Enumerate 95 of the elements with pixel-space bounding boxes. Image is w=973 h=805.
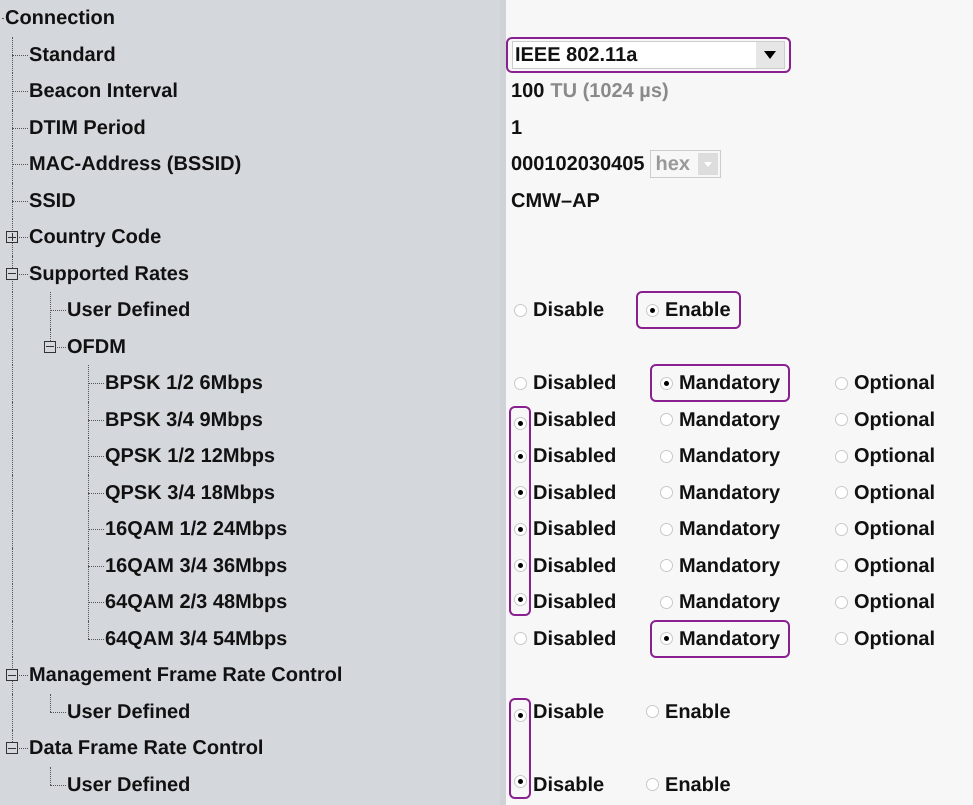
radio-button[interactable]	[514, 522, 526, 536]
tree-item[interactable]: User Defined	[67, 770, 190, 800]
option-label: Disable	[533, 298, 604, 324]
radio-button[interactable]	[660, 596, 673, 609]
tree-item[interactable]: DTIM Period	[29, 112, 146, 143]
radio-button[interactable]	[646, 778, 659, 792]
standard-select[interactable]: IEEE 802.11a	[506, 36, 791, 73]
tree-item[interactable]: Country Code	[29, 222, 162, 252]
tree-item[interactable]: Standard	[29, 40, 116, 70]
option-label: Optional	[854, 626, 936, 652]
expand-icon[interactable]	[6, 231, 18, 244]
option-label: Mandatory	[679, 444, 780, 470]
dropdown-arrow-icon	[704, 162, 712, 167]
radio-button[interactable]	[514, 592, 526, 606]
radio-button[interactable]	[514, 775, 526, 788]
tree-item[interactable]: Supported Rates	[29, 258, 190, 289]
radio-button[interactable]	[646, 304, 659, 317]
tree-item[interactable]: 64QAM 2/3 48Mbps	[105, 587, 288, 618]
option-label: Mandatory	[679, 626, 780, 652]
unit-text: TU (1024 µs)	[550, 79, 669, 104]
option-label: Disabled	[533, 517, 616, 542]
option-label: Mandatory	[679, 554, 780, 579]
tree-item[interactable]: MAC-Address (BSSID)	[29, 149, 242, 180]
radio-button[interactable]	[514, 559, 526, 572]
collapse-icon[interactable]	[6, 268, 18, 280]
option-label: Optional	[854, 590, 936, 616]
option-label: Disable	[533, 700, 604, 725]
radio-button[interactable]	[514, 632, 527, 646]
radio-button[interactable]	[835, 559, 848, 572]
option-label: Mandatory	[679, 590, 780, 616]
option-label: Enable	[665, 298, 731, 324]
option-label: Disabled	[533, 480, 616, 506]
radio-button[interactable]	[514, 304, 527, 317]
collapse-icon[interactable]	[6, 669, 18, 682]
radio-button[interactable]	[514, 708, 526, 722]
radio-button[interactable]	[835, 376, 848, 390]
option-label: Optional	[854, 554, 936, 579]
radio-button[interactable]	[660, 522, 673, 536]
tree-item[interactable]: 16QAM 3/4 36Mbps	[105, 550, 288, 581]
tree-item[interactable]: Beacon Interval	[29, 76, 178, 106]
option-label: Optional	[854, 480, 936, 506]
radio-button[interactable]	[660, 486, 673, 500]
radio-button[interactable]	[514, 376, 527, 390]
radio-button[interactable]	[660, 450, 673, 463]
option-label: Mandatory	[679, 480, 780, 506]
option-label: Disable	[533, 772, 604, 798]
collapse-icon[interactable]	[6, 742, 18, 754]
radio-button[interactable]	[514, 486, 526, 500]
radio-button[interactable]	[835, 522, 848, 536]
option-label: Disabled	[533, 554, 616, 579]
radio-button[interactable]	[835, 413, 848, 426]
tree-item[interactable]: 16QAM 1/2 24Mbps	[105, 514, 288, 544]
option-label: Optional	[854, 408, 936, 433]
tree-item[interactable]: BPSK 1/2 6Mbps	[105, 368, 263, 398]
radio-button[interactable]	[835, 632, 848, 646]
tree-item[interactable]: OFDM	[67, 332, 126, 362]
option-label: Optional	[854, 517, 936, 542]
option-label: Disabled	[533, 444, 616, 470]
option-label: Disabled	[533, 371, 616, 396]
option-label: Optional	[854, 444, 936, 470]
radio-button[interactable]	[835, 486, 848, 500]
value-text: 000102030405	[511, 152, 644, 178]
option-label: Enable	[665, 772, 731, 798]
option-label: Enable	[665, 700, 731, 725]
radio-button[interactable]	[660, 376, 673, 390]
dropdown-arrow-icon	[764, 50, 776, 59]
tree-item[interactable]: SSID	[29, 186, 76, 216]
option-label: Disabled	[533, 408, 616, 433]
value-text: 100	[511, 79, 544, 104]
radio-button[interactable]	[646, 705, 659, 718]
tree-item[interactable]: QPSK 1/2 12Mbps	[105, 441, 276, 472]
radio-button[interactable]	[514, 416, 526, 430]
option-label: Optional	[854, 371, 936, 396]
value-text: CMW–AP	[511, 188, 600, 214]
tree-item[interactable]: Management Frame Rate Control	[29, 660, 342, 690]
tree-item[interactable]: 64QAM 3/4 54Mbps	[105, 624, 288, 654]
radio-button[interactable]	[660, 559, 673, 572]
tree-item[interactable]: User Defined	[67, 696, 190, 727]
option-label: Mandatory	[679, 517, 780, 542]
radio-button[interactable]	[660, 413, 673, 426]
tree-item[interactable]: BPSK 3/4 9Mbps	[105, 404, 263, 435]
radio-button[interactable]	[514, 450, 526, 463]
radio-button[interactable]	[835, 450, 848, 463]
tree-item[interactable]: QPSK 3/4 18Mbps	[105, 478, 276, 508]
tree-item[interactable]: User Defined	[67, 295, 190, 326]
value-text: 1	[511, 116, 522, 141]
collapse-icon[interactable]	[44, 340, 56, 353]
tree-item[interactable]: Connection	[5, 3, 115, 34]
tree-item[interactable]: Data Frame Rate Control	[29, 733, 264, 764]
option-label: Mandatory	[679, 408, 780, 433]
radio-button[interactable]	[835, 596, 848, 609]
radio-button[interactable]	[660, 632, 673, 646]
option-label: Mandatory	[679, 371, 780, 396]
option-label: Disabled	[533, 626, 616, 652]
option-label: Disabled	[533, 590, 616, 616]
